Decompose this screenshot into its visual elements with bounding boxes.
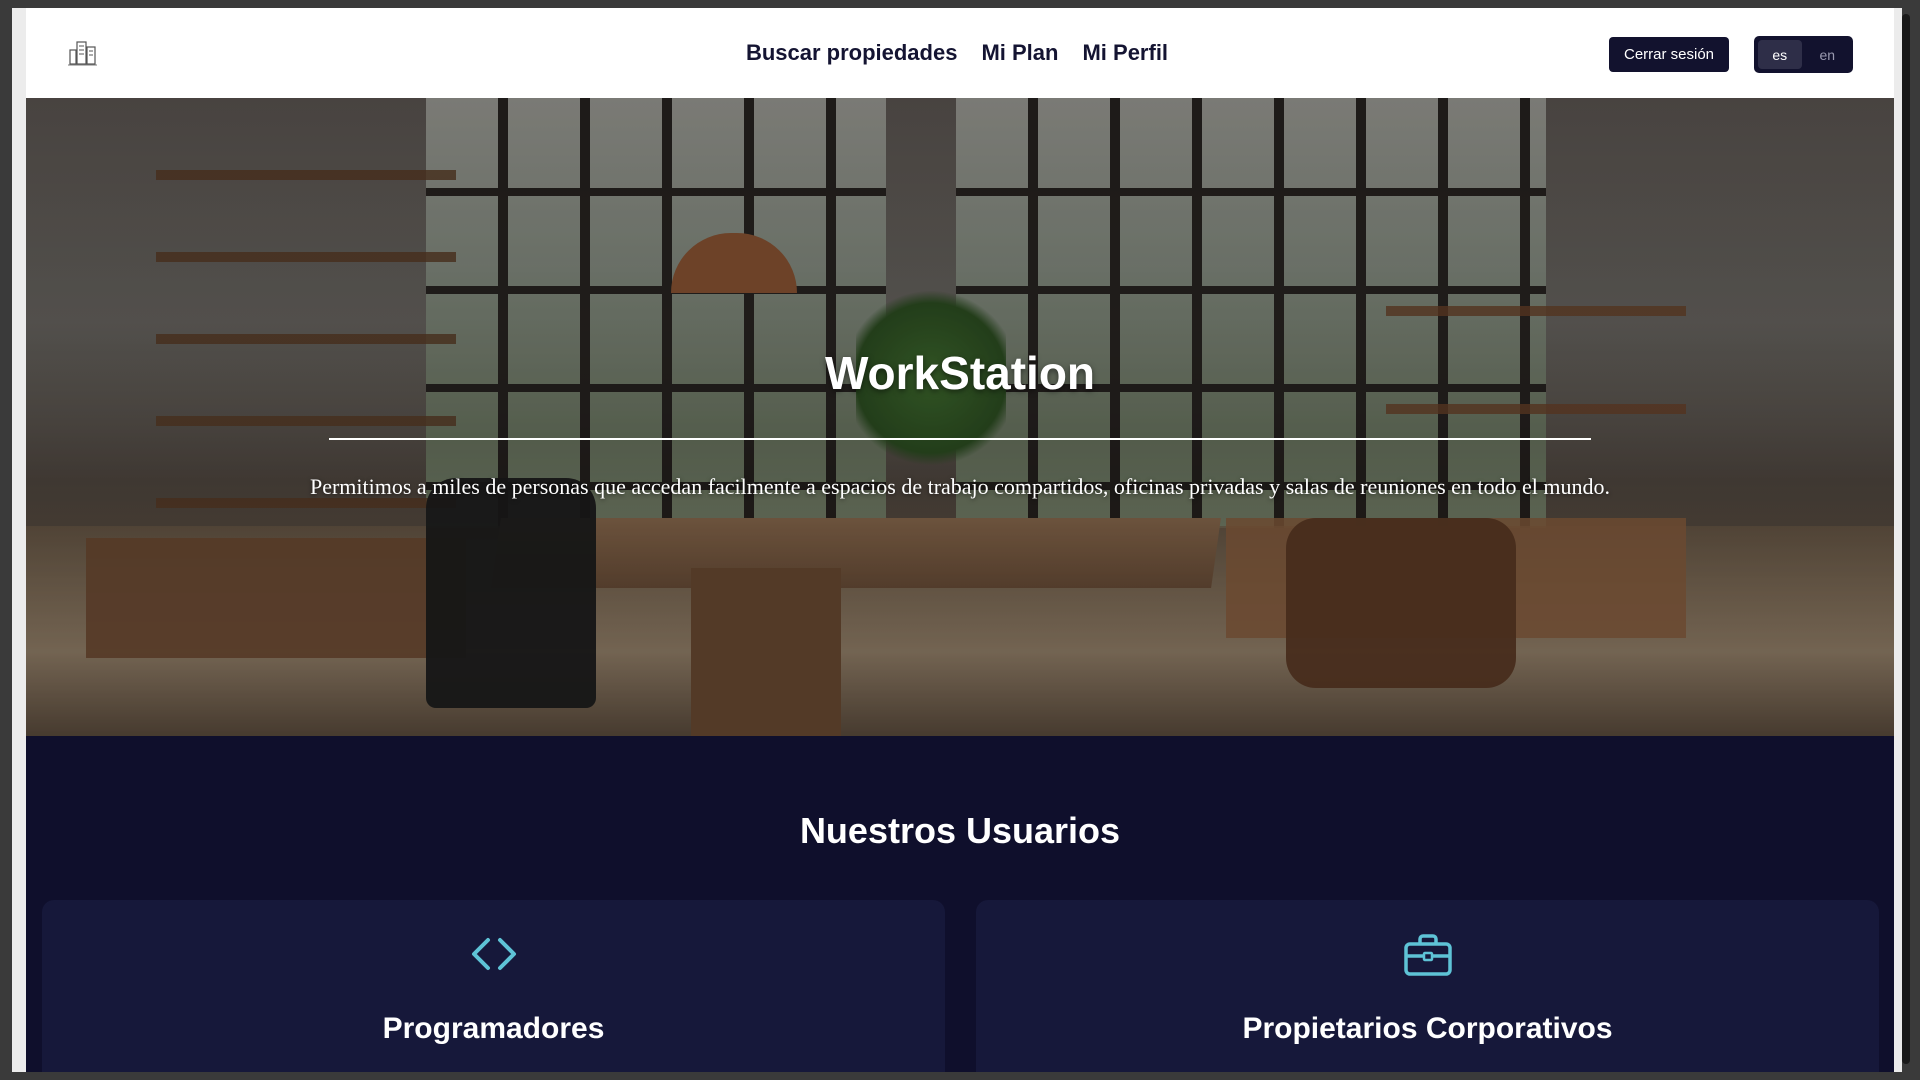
users-section: Nuestros Usuarios Programadores Propieta… [26,736,1894,1072]
site-header: Buscar propiedades Mi Plan Mi Perfil Cer… [26,8,1894,98]
browser-edge-left [12,8,26,1072]
nav-mi-plan[interactable]: Mi Plan [981,40,1058,66]
user-card-title: Programadores [382,1012,605,1045]
hero-content: WorkStation Permitimos a miles de person… [26,98,1894,736]
nav-mi-perfil[interactable]: Mi Perfil [1082,40,1168,66]
scrollbar[interactable] [1902,8,1910,1072]
hero-banner: WorkStation Permitimos a miles de person… [26,98,1894,736]
user-card-title: Propietarios Corporativos [1242,1012,1613,1045]
lang-en-button[interactable]: en [1806,40,1850,69]
page: Buscar propiedades Mi Plan Mi Perfil Cer… [26,8,1894,1072]
language-toggle: es en [1754,36,1853,73]
scrollbar-thumb[interactable] [1902,14,1910,1064]
user-card-propietarios-corporativos[interactable]: Propietarios Corporativos [976,900,1879,1072]
hero-description: Permitimos a miles de personas que acced… [309,474,1611,499]
hero-divider [329,438,1591,440]
briefcase-icon [976,932,1879,980]
hero-title: WorkStation [824,347,1096,399]
code-icon [42,932,945,976]
users-section-title: Nuestros Usuarios [799,810,1121,851]
user-card-programadores[interactable]: Programadores [42,900,945,1072]
lang-es-button[interactable]: es [1758,40,1802,69]
nav-buscar-propiedades[interactable]: Buscar propiedades [746,40,958,66]
logout-button[interactable]: Cerrar sesión [1609,37,1729,72]
